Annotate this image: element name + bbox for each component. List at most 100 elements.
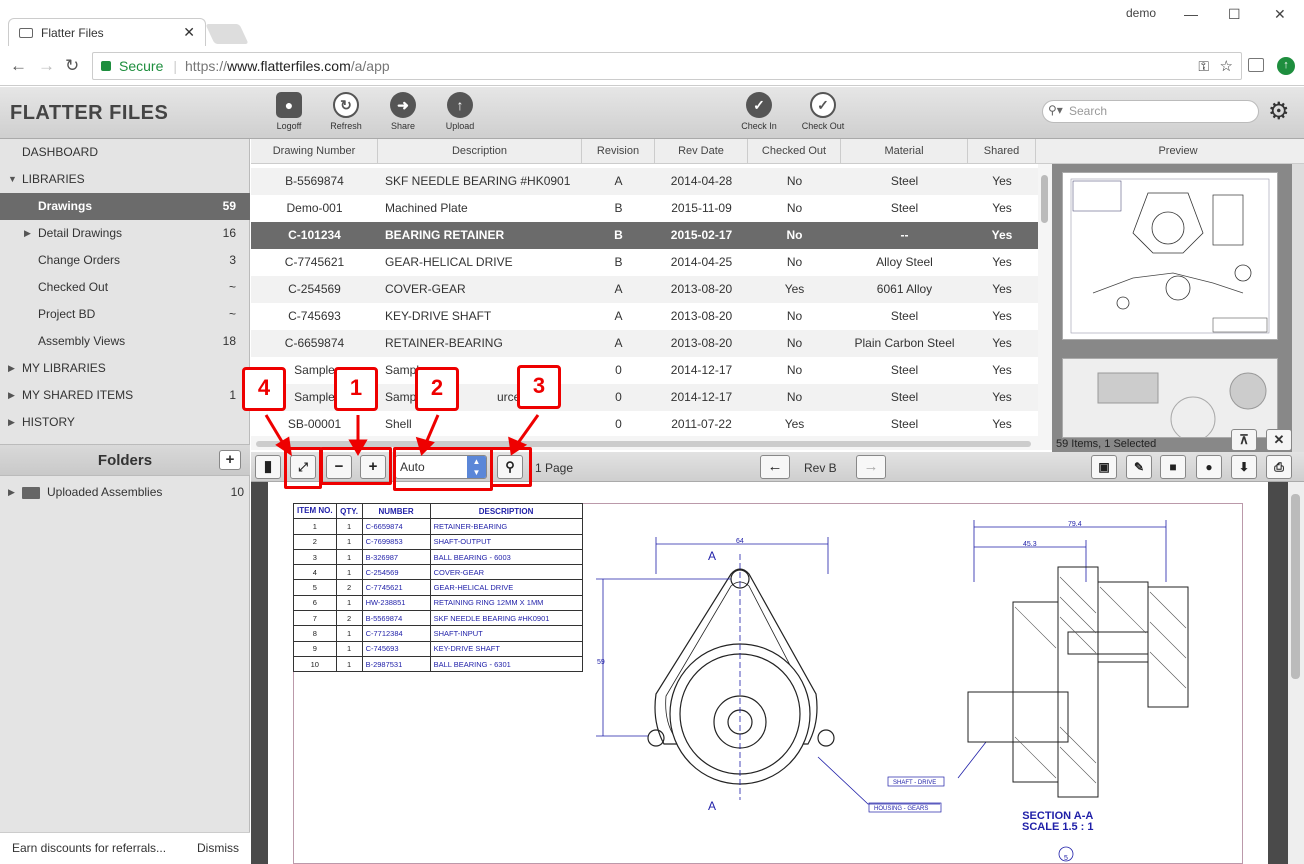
- logoff-button[interactable]: ● Logoff: [263, 92, 315, 131]
- check-in-button[interactable]: ✓ Check In: [733, 92, 785, 131]
- sidebar-item-change-orders[interactable]: Change Orders 3: [0, 247, 250, 274]
- sidebar-item-checked-out[interactable]: Checked Out ~: [0, 274, 250, 301]
- search-input[interactable]: Search: [1042, 100, 1259, 123]
- document-scroll-thumb[interactable]: [1291, 494, 1300, 679]
- section-body: [1057, 566, 1099, 798]
- referral-text[interactable]: Earn discounts for referrals...: [12, 833, 166, 863]
- download-icon[interactable]: ⬇: [1231, 455, 1257, 479]
- table-cell: Plain Carbon Steel: [854, 336, 955, 350]
- table-cell: 0: [615, 390, 622, 404]
- window-close-icon[interactable]: ✕: [1274, 6, 1286, 23]
- sidebar-item-history[interactable]: ▶ HISTORY: [0, 409, 250, 436]
- table-row[interactable]: Demo-001 Machined Plate B 2015-11-09 No Steel…: [251, 195, 1038, 222]
- previous-revision-button[interactable]: ←: [760, 455, 790, 479]
- dismiss-link[interactable]: Dismiss: [197, 833, 239, 863]
- sidebar-item-dashboard[interactable]: DASHBOARD: [0, 139, 250, 166]
- sidebar-item-assembly-views[interactable]: Assembly Views 18: [0, 328, 250, 355]
- drawing-views: 64 59 79.4 45.3 A A SHAFT - DRIVE HOUSIN…: [596, 520, 1189, 862]
- column-header[interactable]: Description: [378, 139, 582, 164]
- sidebar-item-libraries[interactable]: ▼ LIBRARIES: [0, 166, 250, 193]
- update-icon[interactable]: ↑: [1277, 57, 1295, 75]
- forward-icon[interactable]: →: [38, 56, 55, 76]
- preview-thumbnail[interactable]: [1062, 358, 1278, 442]
- new-tab-button[interactable]: [205, 24, 249, 44]
- table-row[interactable]: C-254569 COVER-GEAR A 2013-08-20 Yes 6061 All…: [251, 276, 1038, 303]
- chevron-down-icon: ▼: [8, 174, 17, 184]
- refresh-button[interactable]: ↻ Refresh: [320, 92, 372, 131]
- folder-item-uploaded-assemblies[interactable]: ▶ Uploaded Assemblies 10: [0, 479, 250, 506]
- column-header[interactable]: Shared: [968, 139, 1036, 164]
- column-header[interactable]: Revision: [582, 139, 655, 164]
- section-mark-top: A: [708, 549, 716, 563]
- url-field[interactable]: Secure | https:// www.flatterfiles.com /…: [92, 52, 1242, 80]
- table-cell: A: [614, 174, 623, 188]
- table-cell: 2015-11-09: [671, 201, 732, 215]
- table-cell: No: [786, 228, 803, 242]
- table-cell: 2015-02-17: [670, 228, 733, 242]
- shaft-section: [967, 691, 1069, 743]
- table-row[interactable]: C-101234 BEARING RETAINER B 2015-02-17 No -- Y…: [251, 222, 1038, 249]
- sidebar-item-my-libraries[interactable]: ▶ MY LIBRARIES: [0, 355, 250, 382]
- table-cell: Yes: [992, 363, 1012, 377]
- column-header[interactable]: Drawing Number: [251, 139, 378, 164]
- browser-tab[interactable]: Flatter Files ✕: [8, 18, 206, 46]
- sidebar-item-label: Checked Out: [38, 280, 109, 294]
- next-revision-button[interactable]: →: [856, 455, 886, 479]
- table-cell: GEAR-HELICAL DRIVE: [385, 255, 513, 269]
- star-icon[interactable]: ☆: [1220, 57, 1233, 75]
- 3d-cube-icon[interactable]: ▣: [1091, 455, 1117, 479]
- table-row[interactable]: C-7745621 GEAR-HELICAL DRIVE B 2014-04-25 No…: [251, 249, 1038, 276]
- close-preview-button[interactable]: ✕: [1266, 429, 1292, 451]
- table-row[interactable]: B-5569874 SKF NEEDLE BEARING #HK0901 A 2014…: [251, 168, 1038, 195]
- table-cell: COVER-GEAR: [385, 282, 466, 296]
- document-icon[interactable]: ■: [1160, 455, 1186, 479]
- print-icon[interactable]: ⎙: [1266, 455, 1292, 479]
- table-row[interactable]: C-6659874 RETAINER-BEARING A 2013-08-20 No Pl…: [251, 330, 1038, 357]
- preview-thumbnail[interactable]: [1062, 172, 1278, 340]
- upload-button[interactable]: ↑ Upload: [434, 92, 486, 131]
- sidebar-item-label: Assembly Views: [38, 334, 126, 348]
- key-icon[interactable]: ⚿: [1198, 58, 1209, 75]
- column-header[interactable]: Material: [841, 139, 968, 164]
- table-cell: BEARING RETAINER: [385, 228, 505, 242]
- sidebar-item-count: 18: [222, 334, 236, 348]
- table-cell: Yes: [992, 390, 1012, 404]
- maximize-icon[interactable]: ☐: [1228, 6, 1241, 23]
- column-header[interactable]: Checked Out: [748, 139, 841, 164]
- sidebar-item-drawings[interactable]: Drawings 59: [0, 193, 250, 220]
- sidebar-item-count: 3: [229, 253, 236, 267]
- share-button[interactable]: ➜ Share: [377, 92, 429, 131]
- lightbulb-icon[interactable]: ●: [1196, 455, 1222, 479]
- scroll-top-button[interactable]: ⊼: [1231, 429, 1257, 451]
- table-cell: A: [614, 282, 623, 296]
- table-cell: 2014-12-17: [670, 363, 733, 377]
- minimize-icon[interactable]: —: [1184, 6, 1198, 22]
- sidebar-item-my-shared-items[interactable]: ▶ MY SHARED ITEMS 1: [0, 382, 250, 409]
- preview-scrollbar[interactable]: [1292, 164, 1304, 452]
- check-out-button[interactable]: ✓ Check Out: [797, 92, 849, 131]
- table-scroll-thumb[interactable]: [1041, 175, 1048, 223]
- table-cell: No: [786, 363, 803, 377]
- table-cell: Alloy Steel: [876, 255, 933, 269]
- chevron-right-icon: ▶: [8, 363, 15, 373]
- gear-icon[interactable]: ⚙: [1268, 97, 1290, 126]
- annotation-callout-4: 4: [242, 367, 286, 411]
- sidebar-item-detail-drawings[interactable]: ▶ Detail Drawings 16: [0, 220, 250, 247]
- add-folder-button[interactable]: +: [219, 450, 241, 470]
- lock-icon: [101, 61, 111, 71]
- table-cell: Demo-001: [286, 201, 343, 215]
- tab-close-icon[interactable]: ✕: [183, 24, 195, 41]
- extension-icon[interactable]: [1248, 58, 1264, 72]
- table-cell: 2013-08-20: [670, 336, 733, 350]
- table-cell: No: [786, 390, 803, 404]
- edit-icon[interactable]: ✎: [1126, 455, 1152, 479]
- sidebar-item-project-bd[interactable]: Project BD ~: [0, 301, 250, 328]
- sidebar-item-label: Project BD: [38, 307, 96, 321]
- back-icon[interactable]: ←: [10, 56, 27, 76]
- column-header[interactable]: Rev Date: [655, 139, 748, 164]
- arrow-2-line: [424, 414, 440, 444]
- table-row[interactable]: C-745693 KEY-DRIVE SHAFT A 2013-08-20 No Stee…: [251, 303, 1038, 330]
- table-cell: B: [614, 201, 623, 215]
- reload-icon[interactable]: ↻: [65, 56, 79, 76]
- table-cell: Yes: [784, 417, 805, 431]
